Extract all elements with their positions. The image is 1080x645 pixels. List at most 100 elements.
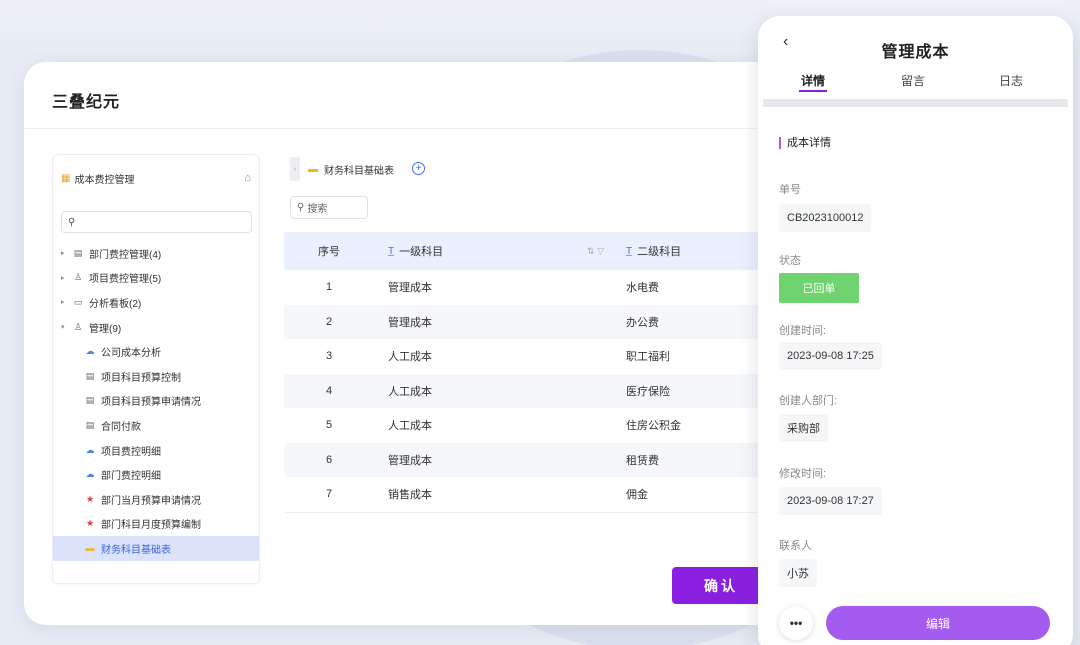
table-cell: 管理成本: [388, 282, 432, 295]
col-header-level2-label: 二级科目: [637, 246, 682, 258]
field-label: 状态: [779, 255, 801, 267]
add-tab-icon[interactable]: +: [412, 162, 425, 175]
field-label: 创建时间:: [779, 325, 827, 337]
header-gap: [763, 99, 1068, 107]
database-icon: ▤: [73, 247, 83, 258]
text-field-icon: T̲: [626, 245, 633, 257]
folder-icon: ▭: [73, 296, 83, 307]
table-cell: 管理成本: [388, 454, 432, 467]
chevron-down-icon[interactable]: ▾: [61, 323, 71, 331]
cloud-icon: ☁: [85, 444, 95, 455]
field-label: 单号: [779, 184, 801, 196]
sidebar: ▦ 成本费控管理 ⌂ ⚲ ▸ ▤ 部门费控管理(4) ▸ ♙ 项目费控管理(5) ▸ ▭ 分析看…: [52, 154, 260, 584]
sidebar-item-label: 部门费控管理(4): [89, 249, 162, 261]
chevron-right-icon[interactable]: ▸: [61, 274, 71, 282]
users-icon: ♙: [73, 272, 83, 283]
detail-tabs: 详情 留言 日志: [763, 72, 1068, 94]
status-badge: 已回单: [779, 273, 859, 303]
field-value: 2023-09-08 17:25: [779, 342, 882, 370]
sidebar-item[interactable]: ★ 部门科目月度预算编制: [53, 512, 259, 537]
sidebar-item-label: 项目费控明细: [101, 446, 161, 458]
field-value: CB2023100012: [779, 204, 872, 232]
field-value: 2023-09-08 17:27: [779, 487, 882, 515]
col-header-level1[interactable]: T̲ 一级科目 ⇅ ▽: [374, 243, 612, 259]
table-cell: 2: [325, 315, 333, 328]
sidebar-tree: ▸ ▤ 部门费控管理(4) ▸ ♙ 项目费控管理(5) ▸ ▭ 分析看板(2) ▾ ♙ 管理(9) ☁ 公…: [53, 241, 259, 561]
table-search-input[interactable]: ⚲ 搜索: [290, 196, 368, 219]
star-icon: ★: [85, 493, 95, 504]
detail-header: ‹ 管理成本 详情 留言 日志: [763, 21, 1068, 99]
sidebar-item[interactable]: ▸ ▭ 分析看板(2): [53, 290, 259, 315]
sidebar-item-label: 公司成本分析: [101, 348, 161, 360]
header-divider: [24, 128, 844, 129]
sidebar-item-label: 项目科目预算申请情况: [101, 397, 201, 409]
table-cell: 6: [325, 453, 333, 466]
sidebar-item[interactable]: ★ 部门当月预算申请情况: [53, 487, 259, 512]
table-cell: 4: [325, 384, 333, 397]
field-label: 联系人: [779, 540, 812, 552]
sidebar-item[interactable]: ▸ ♙ 项目费控管理(5): [53, 266, 259, 291]
folder-icon: ▬: [308, 163, 318, 175]
more-button[interactable]: •••: [779, 606, 813, 640]
detail-title: 管理成本: [881, 44, 950, 61]
chevron-right-icon[interactable]: ▸: [61, 249, 71, 257]
tab-log[interactable]: 日志: [999, 72, 1023, 89]
table-cell: 1: [325, 281, 333, 294]
sidebar-item[interactable]: ☁ 项目费控明细: [53, 438, 259, 463]
field-value: 小苏: [779, 559, 817, 587]
sidebar-item[interactable]: ▤ 项目科目预算申请情况: [53, 389, 259, 414]
detail-body: 成本详情 单号 CB2023100012 状态已回单创建时间: 2023-09-08 …: [763, 107, 1068, 645]
tab-detail[interactable]: 详情: [801, 72, 825, 89]
sidebar-item-label: 合同付款: [101, 421, 141, 433]
table-cell: 人工成本: [388, 385, 432, 398]
sidebar-item[interactable]: ☁ 部门费控明细: [53, 462, 259, 487]
sidebar-item-label: 管理(9): [89, 323, 122, 335]
sidebar-search-input[interactable]: ⚲: [61, 211, 252, 233]
sidebar-item[interactable]: ▤ 合同付款: [53, 413, 259, 438]
tab-active[interactable]: ▬ 财务科目基础表: [308, 158, 394, 180]
table-cell: 人工成本: [388, 420, 432, 433]
search-icon: ⚲: [68, 216, 76, 228]
search-icon: ⚲: [297, 202, 305, 213]
document-icon: ▤: [85, 395, 95, 406]
document-icon: ▤: [85, 419, 95, 430]
tab-comments[interactable]: 留言: [901, 72, 925, 89]
sidebar-item-label: 部门费控明细: [101, 471, 161, 483]
table-cell: 销售成本: [388, 489, 432, 502]
sidebar-item-label: 分析看板(2): [89, 298, 142, 310]
edit-button[interactable]: 编辑: [826, 606, 1050, 640]
cloud-icon: ☁: [85, 469, 95, 480]
field-label: 创建人部门:: [779, 395, 838, 407]
section-title: 成本详情: [779, 137, 831, 149]
table-cell: 5: [325, 419, 333, 432]
sort-filter-icon[interactable]: ⇅ ▽: [587, 246, 612, 257]
sidebar-item[interactable]: ▸ ▤ 部门费控管理(4): [53, 241, 259, 266]
sidebar-header: ▦ 成本费控管理 ⌂: [61, 169, 251, 187]
sidebar-item[interactable]: ▬ 财务科目基础表: [53, 536, 259, 561]
tab-collapse-button[interactable]: ‹: [290, 157, 300, 181]
detail-panel: ‹ 管理成本 详情 留言 日志 成本详情 单号 CB2023100012 状态已回单…: [758, 16, 1073, 645]
cloud-icon: ☁: [85, 346, 95, 357]
sidebar-item[interactable]: ▤ 项目科目预算控制: [53, 364, 259, 389]
chevron-right-icon[interactable]: ▸: [61, 298, 71, 306]
users-icon: ♙: [73, 321, 83, 332]
tab-active-label: 财务科目基础表: [324, 165, 394, 177]
field-value: 采购部: [779, 414, 828, 442]
col-header-level1-label: 一级科目: [399, 246, 444, 258]
text-field-icon: T̲: [388, 245, 395, 257]
confirm-button[interactable]: 确认: [672, 567, 770, 604]
sidebar-item-label: 部门当月预算申请情况: [101, 495, 201, 507]
building-icon: ▦: [61, 172, 71, 184]
sidebar-item[interactable]: ☁ 公司成本分析: [53, 339, 259, 364]
tab-underline: [799, 90, 827, 92]
folder-icon: ▬: [85, 543, 95, 554]
sidebar-item-label: 项目科目预算控制: [101, 372, 181, 384]
star-icon: ★: [85, 518, 95, 529]
sidebar-title: 成本费控管理: [74, 174, 135, 186]
sidebar-item-label: 财务科目基础表: [101, 544, 171, 556]
home-icon[interactable]: ⌂: [244, 172, 251, 184]
col-header-index[interactable]: 序号: [284, 243, 374, 259]
table-cell: 人工成本: [388, 351, 432, 364]
table-cell: 7: [325, 488, 333, 501]
sidebar-item[interactable]: ▾ ♙ 管理(9): [53, 315, 259, 340]
